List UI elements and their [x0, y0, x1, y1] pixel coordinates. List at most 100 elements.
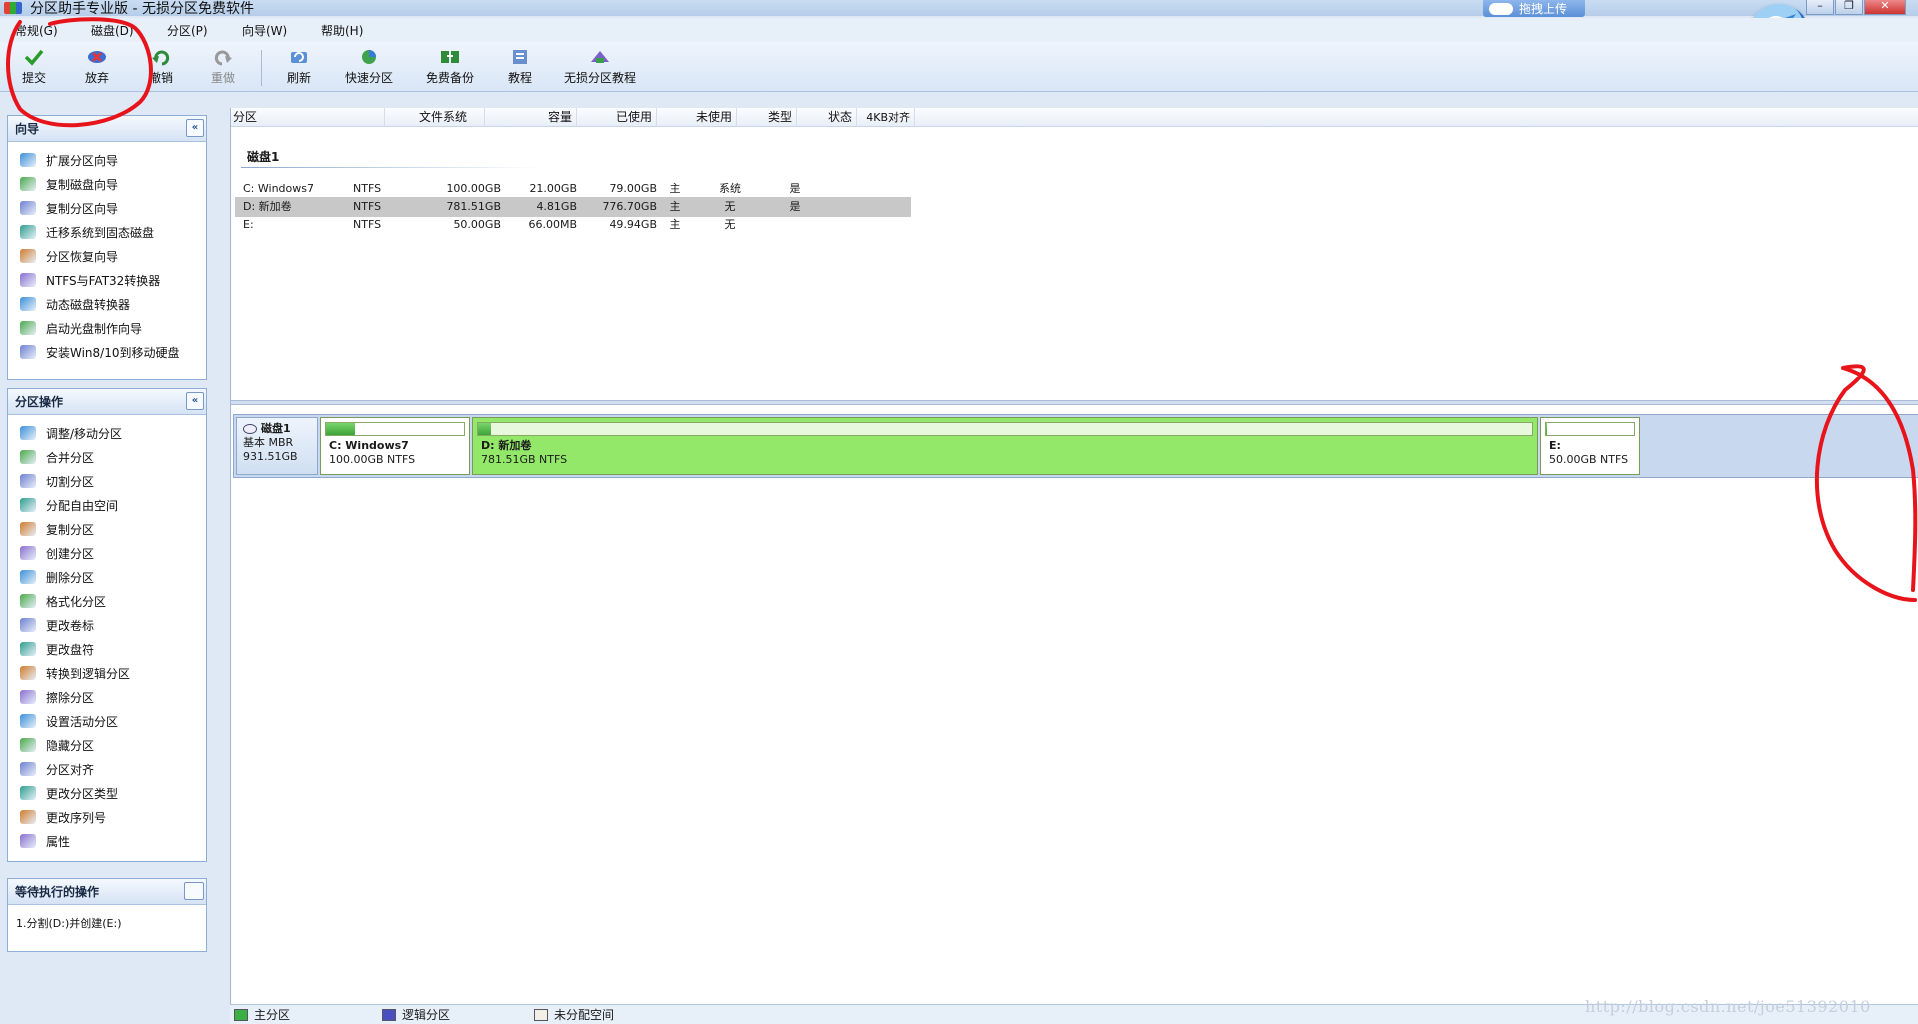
menu-help[interactable]: 帮助(H): [321, 22, 363, 39]
partition-block-name: D: 新加卷: [481, 439, 532, 452]
commit-button[interactable]: 提交: [19, 48, 49, 90]
wizard-item[interactable]: 迁移系统到固态磁盘: [8, 220, 206, 244]
baidu-upload-button[interactable]: 拖拽上传: [1483, 0, 1585, 17]
undo-label: 撤销: [148, 71, 173, 85]
col-status[interactable]: 状态: [797, 108, 857, 127]
table-row[interactable]: D: 新加卷 NTFS 781.51GB 4.81GB 776.70GB 主无是: [235, 197, 911, 217]
refresh-button[interactable]: 刷新: [284, 48, 314, 90]
partition-op-item[interactable]: 创建分区: [8, 541, 206, 565]
lossless-tutorial-button[interactable]: 无损分区教程: [562, 48, 638, 90]
wizard-list: 扩展分区向导 复制磁盘向导 复制分区向导 迁移系统到固态磁盘 分区恢复向导 NTFS与FA…: [8, 142, 206, 364]
col-used[interactable]: 已使用: [577, 108, 657, 127]
partition-block-c[interactable]: C: Windows7 100.00GB NTFS: [320, 417, 470, 475]
partition-op-item[interactable]: 更改盘符: [8, 637, 206, 661]
table-row[interactable]: E: NTFS 50.00GB 66.00MB 49.94GB 主无: [235, 215, 911, 235]
cell-aligned: [745, 215, 845, 235]
disk-map: 磁盘1 基本 MBR 931.51GB C: Windows7 100.00GB…: [233, 414, 1918, 478]
wizard-item[interactable]: NTFS与FAT32转换器: [8, 268, 206, 292]
col-type[interactable]: 类型: [737, 108, 797, 127]
pending-ops-panel-header: 等待执行的操作: [8, 879, 206, 905]
main-content: 分区 文件系统 容量 已使用 未使用 类型 状态 4KB对齐 磁盘1 C: Wi…: [230, 108, 1918, 1024]
undo-icon: [152, 50, 170, 66]
wizard-collapse-button[interactable]: «: [186, 119, 204, 137]
partition-op-item-label: 更改序列号: [46, 810, 107, 825]
menu-wizard[interactable]: 向导(W): [242, 22, 287, 39]
partition-op-item[interactable]: 调整/移动分区: [8, 421, 206, 445]
partition-op-item[interactable]: 删除分区: [8, 565, 206, 589]
partition-block-size: 781.51GB NTFS: [481, 453, 568, 466]
quick-partition-button[interactable]: 快速分区: [342, 48, 396, 90]
partition-op-item[interactable]: 合并分区: [8, 445, 206, 469]
maximize-button[interactable]: ❐: [1835, 0, 1863, 15]
disk-map-type: 基本 MBR: [243, 436, 294, 449]
discard-button[interactable]: 放弃: [82, 48, 112, 90]
partition-ops-collapse-button[interactable]: «: [186, 392, 204, 410]
pending-ops-toggle-button[interactable]: [184, 882, 204, 900]
partition-op-item[interactable]: 切割分区: [8, 469, 206, 493]
wizard-item[interactable]: 启动光盘制作向导: [8, 316, 206, 340]
undo-button[interactable]: 撤销: [146, 48, 176, 90]
usage-bar-fill: [326, 423, 355, 435]
wizard-item[interactable]: 复制磁盘向导: [8, 172, 206, 196]
redo-button[interactable]: 重做: [208, 48, 238, 90]
wizard-item-label: 动态磁盘转换器: [46, 297, 131, 312]
partition-op-item[interactable]: 设置活动分区: [8, 709, 206, 733]
cell-aligned: 是: [789, 182, 801, 195]
usage-bar-fill: [1546, 423, 1548, 435]
col-capacity[interactable]: 容量: [485, 108, 577, 127]
left-sidebar: 向导 « 扩展分区向导 复制磁盘向导 复制分区向导 迁移系统到固态磁盘 分区恢复向导 NT…: [0, 92, 230, 1024]
check-icon: [24, 49, 44, 66]
partition-block-name: E:: [1549, 439, 1561, 452]
partition-op-item-label: 设置活动分区: [46, 714, 119, 729]
wizard-panel-title: 向导: [15, 122, 40, 136]
minimize-button[interactable]: –: [1806, 0, 1834, 15]
partition-block-e[interactable]: E: 50.00GB NTFS: [1540, 417, 1640, 475]
col-free[interactable]: 未使用: [657, 108, 737, 127]
partition-op-item-icon: [20, 762, 36, 776]
col-partition[interactable]: 分区: [233, 108, 385, 127]
table-row[interactable]: C: Windows7 NTFS 100.00GB 21.00GB 79.00GB 主系统…: [235, 179, 911, 199]
partition-op-item[interactable]: 转换到逻辑分区: [8, 661, 206, 685]
legend-primary-swatch: [234, 1008, 248, 1021]
partition-ops-panel: 分区操作 « 调整/移动分区 合并分区 切割分区 分配自由空间 复制分区 创建分区 删除分区…: [7, 388, 207, 862]
cell-aligned: 是: [789, 200, 801, 213]
wizard-item[interactable]: 安装Win8/10到移动硬盘: [8, 340, 206, 364]
pane-splitter[interactable]: [231, 400, 1918, 405]
partition-op-item[interactable]: 隐藏分区: [8, 733, 206, 757]
wizard-item-icon: [20, 201, 36, 215]
partition-op-item[interactable]: 格式化分区: [8, 589, 206, 613]
col-4kb-aligned[interactable]: 4KB对齐: [857, 108, 915, 127]
partition-op-item-label: 格式化分区: [46, 594, 107, 609]
tutorial-button[interactable]: 教程: [505, 48, 535, 90]
partition-op-item[interactable]: 更改序列号: [8, 805, 206, 829]
disk-map-info[interactable]: 磁盘1 基本 MBR 931.51GB: [236, 417, 318, 475]
wizard-item[interactable]: 扩展分区向导: [8, 148, 206, 172]
partition-block-d[interactable]: D: 新加卷 781.51GB NTFS: [472, 417, 1538, 475]
partition-op-item-icon: [20, 786, 36, 800]
partition-op-item[interactable]: 分配自由空间: [8, 493, 206, 517]
partition-op-item[interactable]: 更改分区类型: [8, 781, 206, 805]
cell-capacity: 50.00GB: [453, 218, 501, 231]
wizard-item[interactable]: 分区恢复向导: [8, 244, 206, 268]
wizard-panel: 向导 « 扩展分区向导 复制磁盘向导 复制分区向导 迁移系统到固态磁盘 分区恢复向导 NT…: [7, 115, 207, 380]
free-backup-button[interactable]: 免费备份: [423, 48, 477, 90]
legend-primary-label: 主分区: [254, 1008, 291, 1022]
wizard-item[interactable]: 复制分区向导: [8, 196, 206, 220]
wizard-item-icon: [20, 345, 36, 359]
partition-op-item[interactable]: 属性: [8, 829, 206, 853]
partition-op-item[interactable]: 分区对齐: [8, 757, 206, 781]
col-filesystem[interactable]: 文件系统: [385, 108, 485, 127]
close-button[interactable]: ✕: [1864, 0, 1906, 15]
pending-op-item[interactable]: 1.分割(D:)并创建(E:): [8, 905, 206, 941]
menu-disk[interactable]: 磁盘(D): [91, 22, 134, 39]
commit-label: 提交: [21, 71, 46, 85]
partition-op-item-icon: [20, 714, 36, 728]
menu-partition[interactable]: 分区(P): [167, 22, 208, 39]
menu-general[interactable]: 常规(G): [15, 22, 58, 39]
partition-op-item[interactable]: 更改卷标: [8, 613, 206, 637]
partition-op-item[interactable]: 复制分区: [8, 517, 206, 541]
table-header: 分区 文件系统 容量 已使用 未使用 类型 状态 4KB对齐: [231, 108, 1918, 127]
wizard-item-icon: [20, 321, 36, 335]
wizard-item[interactable]: 动态磁盘转换器: [8, 292, 206, 316]
partition-op-item[interactable]: 擦除分区: [8, 685, 206, 709]
